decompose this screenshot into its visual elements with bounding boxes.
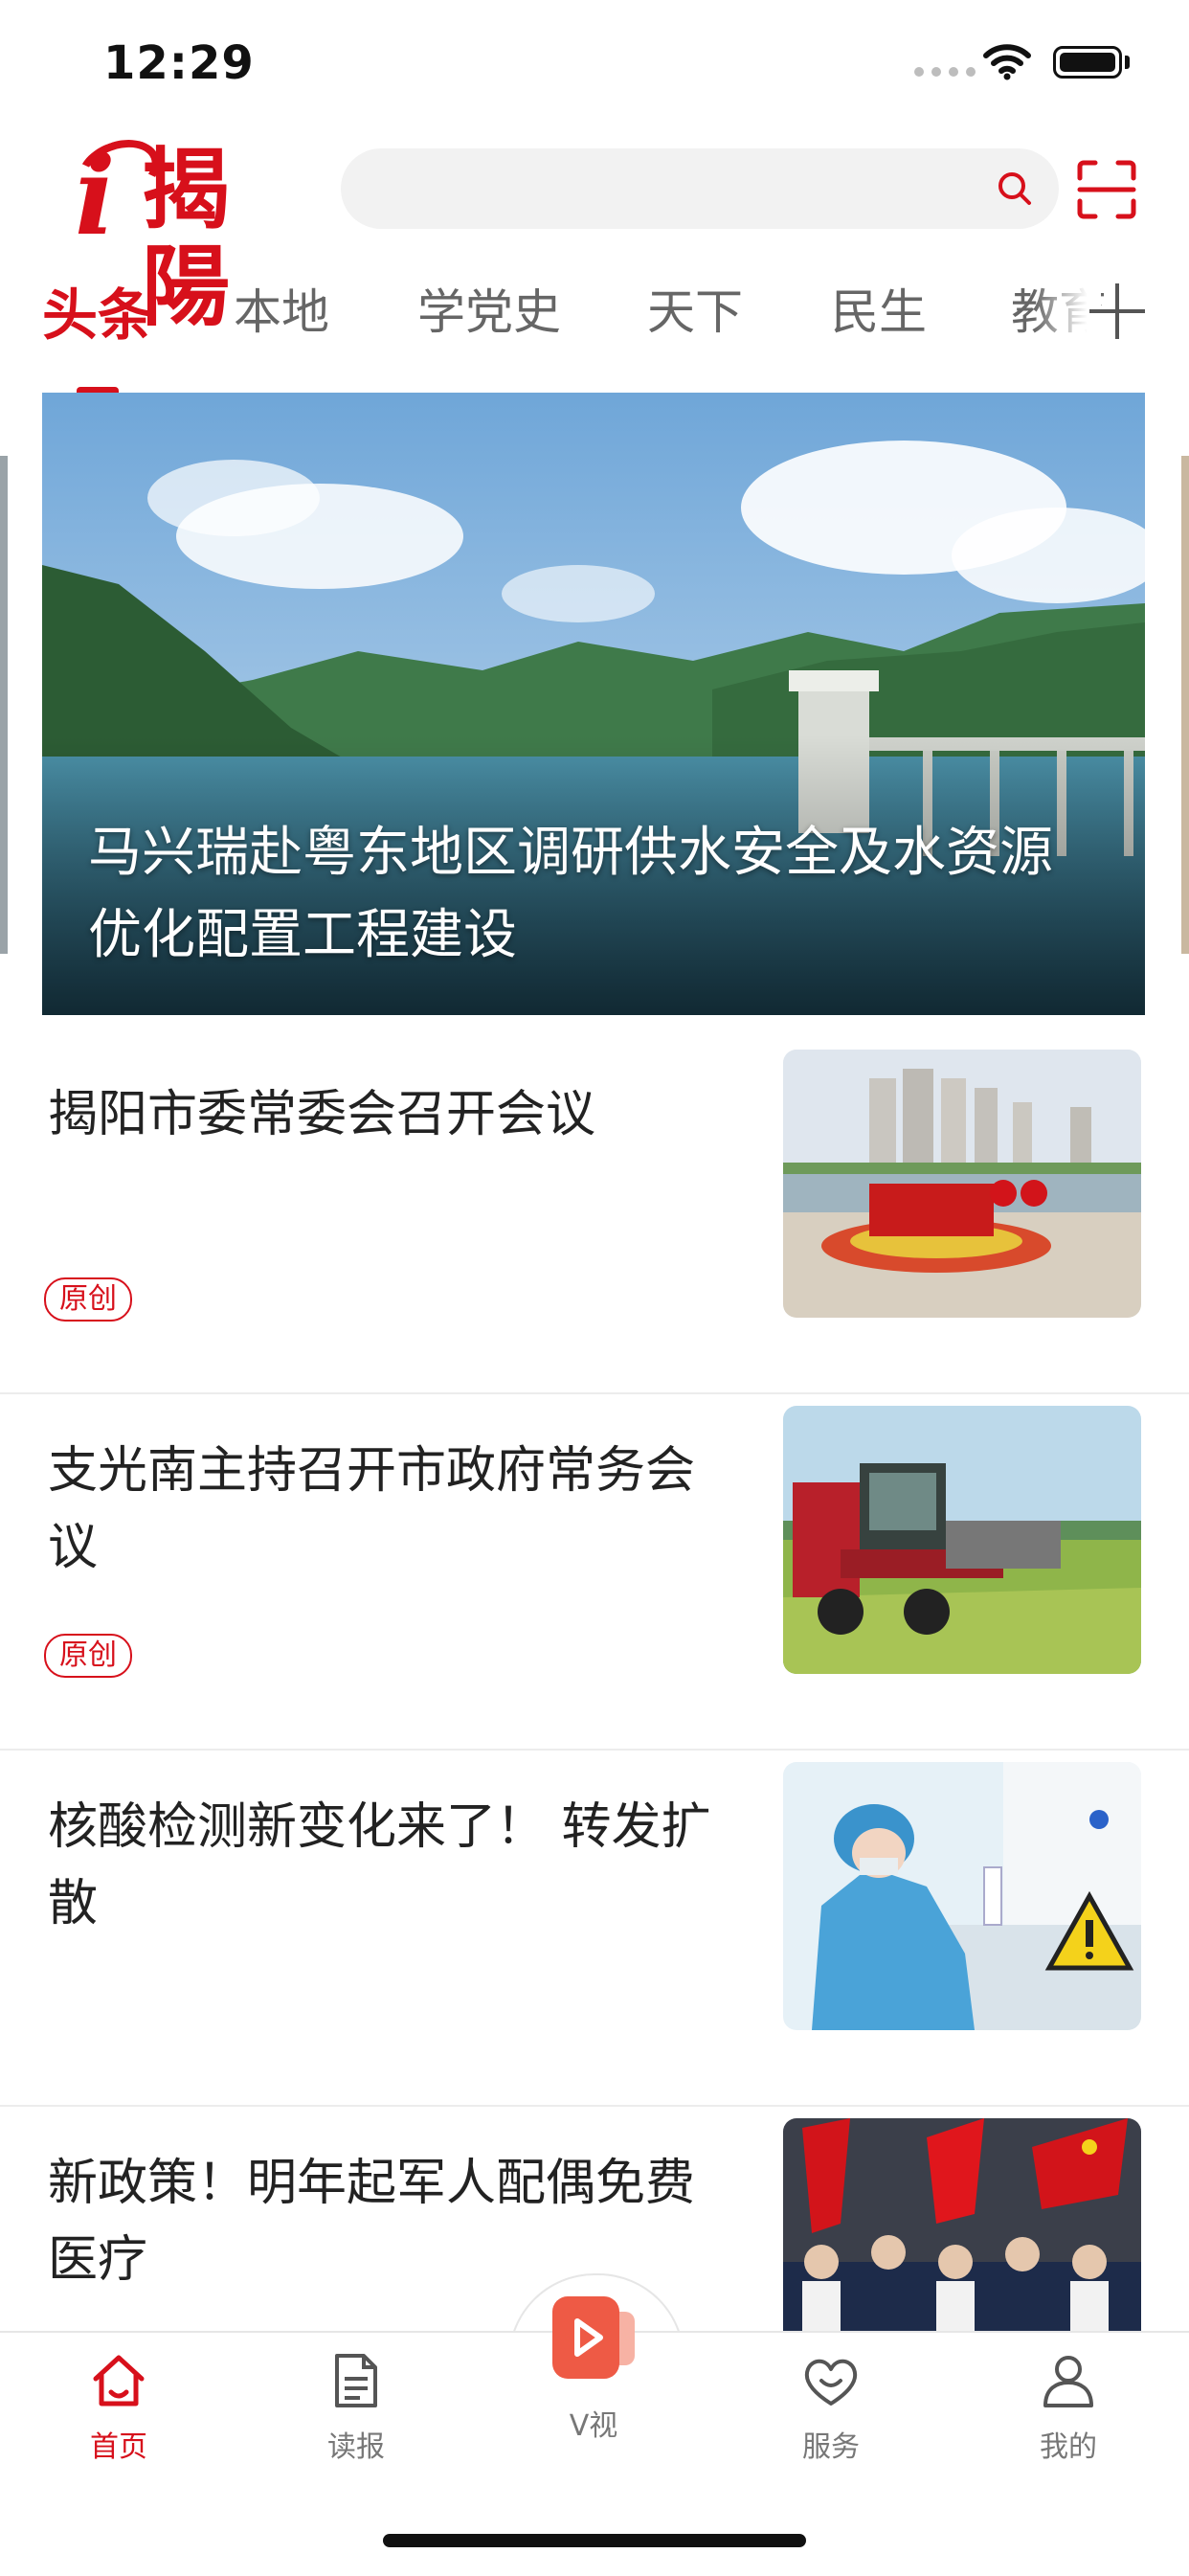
news-item[interactable]: 核酸检测新变化来了！ 转发扩散 (0, 1751, 1189, 2107)
tab-livelihood[interactable]: 民生 (831, 274, 927, 343)
cellular-signal-icon (914, 67, 976, 77)
news-thumbnail (783, 1762, 1141, 2030)
profile-icon (1043, 2356, 1093, 2407)
nav-label: 我的 (1040, 2430, 1097, 2464)
battery-tip (1125, 56, 1130, 69)
newspaper-icon (335, 2354, 377, 2407)
search-icon[interactable] (996, 169, 1034, 208)
news-title: 核酸检测新变化来了！ 转发扩散 (48, 1798, 711, 1932)
news-title: 支光南主持召开市政府常务会议 (48, 1442, 696, 1576)
headline-banner[interactable]: 马兴瑞赴粤东地区调研供水安全及水资源优化配置工程建设 (42, 393, 1145, 1015)
news-thumbnail (783, 1406, 1141, 1674)
banner-title: 马兴瑞赴粤东地区调研供水安全及水资源优化配置工程建设 (88, 822, 1053, 966)
scan-icon[interactable] (1076, 159, 1137, 220)
nav-label: 首页 (90, 2430, 147, 2464)
app-logo: i 揭陽 (48, 128, 297, 335)
nav-label: 服务 (802, 2430, 860, 2464)
wifi-icon (983, 44, 1031, 80)
tab-headlines[interactable]: 头条 (42, 270, 153, 350)
home-icon (93, 2355, 145, 2407)
channel-tabs: 头条 本地 学党史 天下 民生 教育 (0, 274, 1189, 389)
nav-services[interactable]: 服务 (754, 2350, 908, 2465)
search-bar[interactable] (341, 148, 1059, 231)
home-indicator (383, 2534, 806, 2547)
nav-label: V视 (569, 2409, 618, 2443)
tab-party-history[interactable]: 学党史 (417, 274, 561, 343)
carousel-prev-peek (0, 456, 8, 954)
status-time: 12:29 (103, 36, 255, 90)
tab-local[interactable]: 本地 (234, 274, 329, 343)
news-item[interactable]: 支光南主持召开市政府常务会议 原创 (0, 1394, 1189, 1751)
nav-label: 读报 (327, 2430, 385, 2464)
original-badge: 原创 (44, 1634, 132, 1678)
heart-service-icon (804, 2359, 858, 2406)
news-item[interactable]: 揭阳市委常委会召开会议 原创 (0, 1038, 1189, 1394)
nav-profile[interactable]: 我的 (992, 2350, 1145, 2465)
battery-icon (1053, 46, 1122, 79)
nav-newspaper[interactable]: 读报 (280, 2350, 433, 2465)
news-title: 揭阳市委常委会召开会议 (48, 1086, 596, 1143)
video-icon (552, 2296, 635, 2379)
carousel-next-peek (1181, 456, 1189, 954)
search-input[interactable] (373, 148, 971, 231)
add-channel-icon[interactable] (1084, 278, 1151, 345)
tab-world[interactable]: 天下 (647, 274, 743, 343)
original-badge: 原创 (44, 1277, 132, 1322)
news-thumbnail (783, 1050, 1141, 1318)
news-title: 新政策！明年起军人配偶免费医疗 (48, 2155, 696, 2289)
nav-video[interactable]: V视 (517, 2285, 670, 2444)
nav-home[interactable]: 首页 (42, 2350, 195, 2465)
